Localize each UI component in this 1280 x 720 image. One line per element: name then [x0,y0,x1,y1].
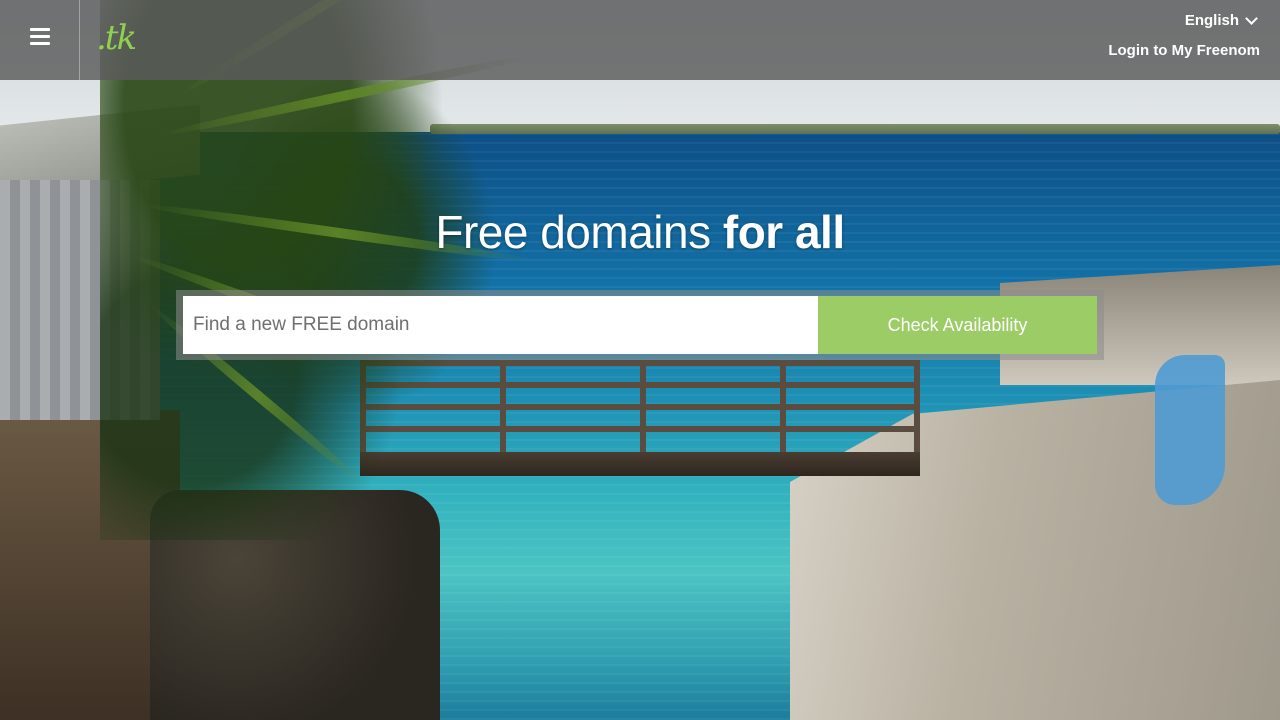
hamburger-menu-icon [30,28,50,48]
login-link[interactable]: Login to My Freenom [1108,42,1260,59]
menu-button[interactable] [0,0,80,80]
language-selector[interactable]: English [1184,12,1258,29]
hero-title-light: Free domains [435,206,723,258]
tk-logo[interactable]: .tk [96,18,176,62]
logo-text: .tk [96,18,137,58]
hero-background-photo [0,0,1280,720]
palm-tree [100,0,560,540]
language-label: English [1184,12,1239,29]
domain-search-form: Check Availability [176,290,1104,360]
domain-search-input[interactable] [183,296,818,354]
hero-title: Free domains for all [0,205,1280,259]
blue-tarp [1155,355,1225,505]
top-navigation-bar: .tk English Login to My Freenom [0,0,1280,80]
check-availability-button[interactable]: Check Availability [818,296,1097,354]
hero-title-bold: for all [722,206,845,258]
chevron-down-icon [1245,12,1258,25]
